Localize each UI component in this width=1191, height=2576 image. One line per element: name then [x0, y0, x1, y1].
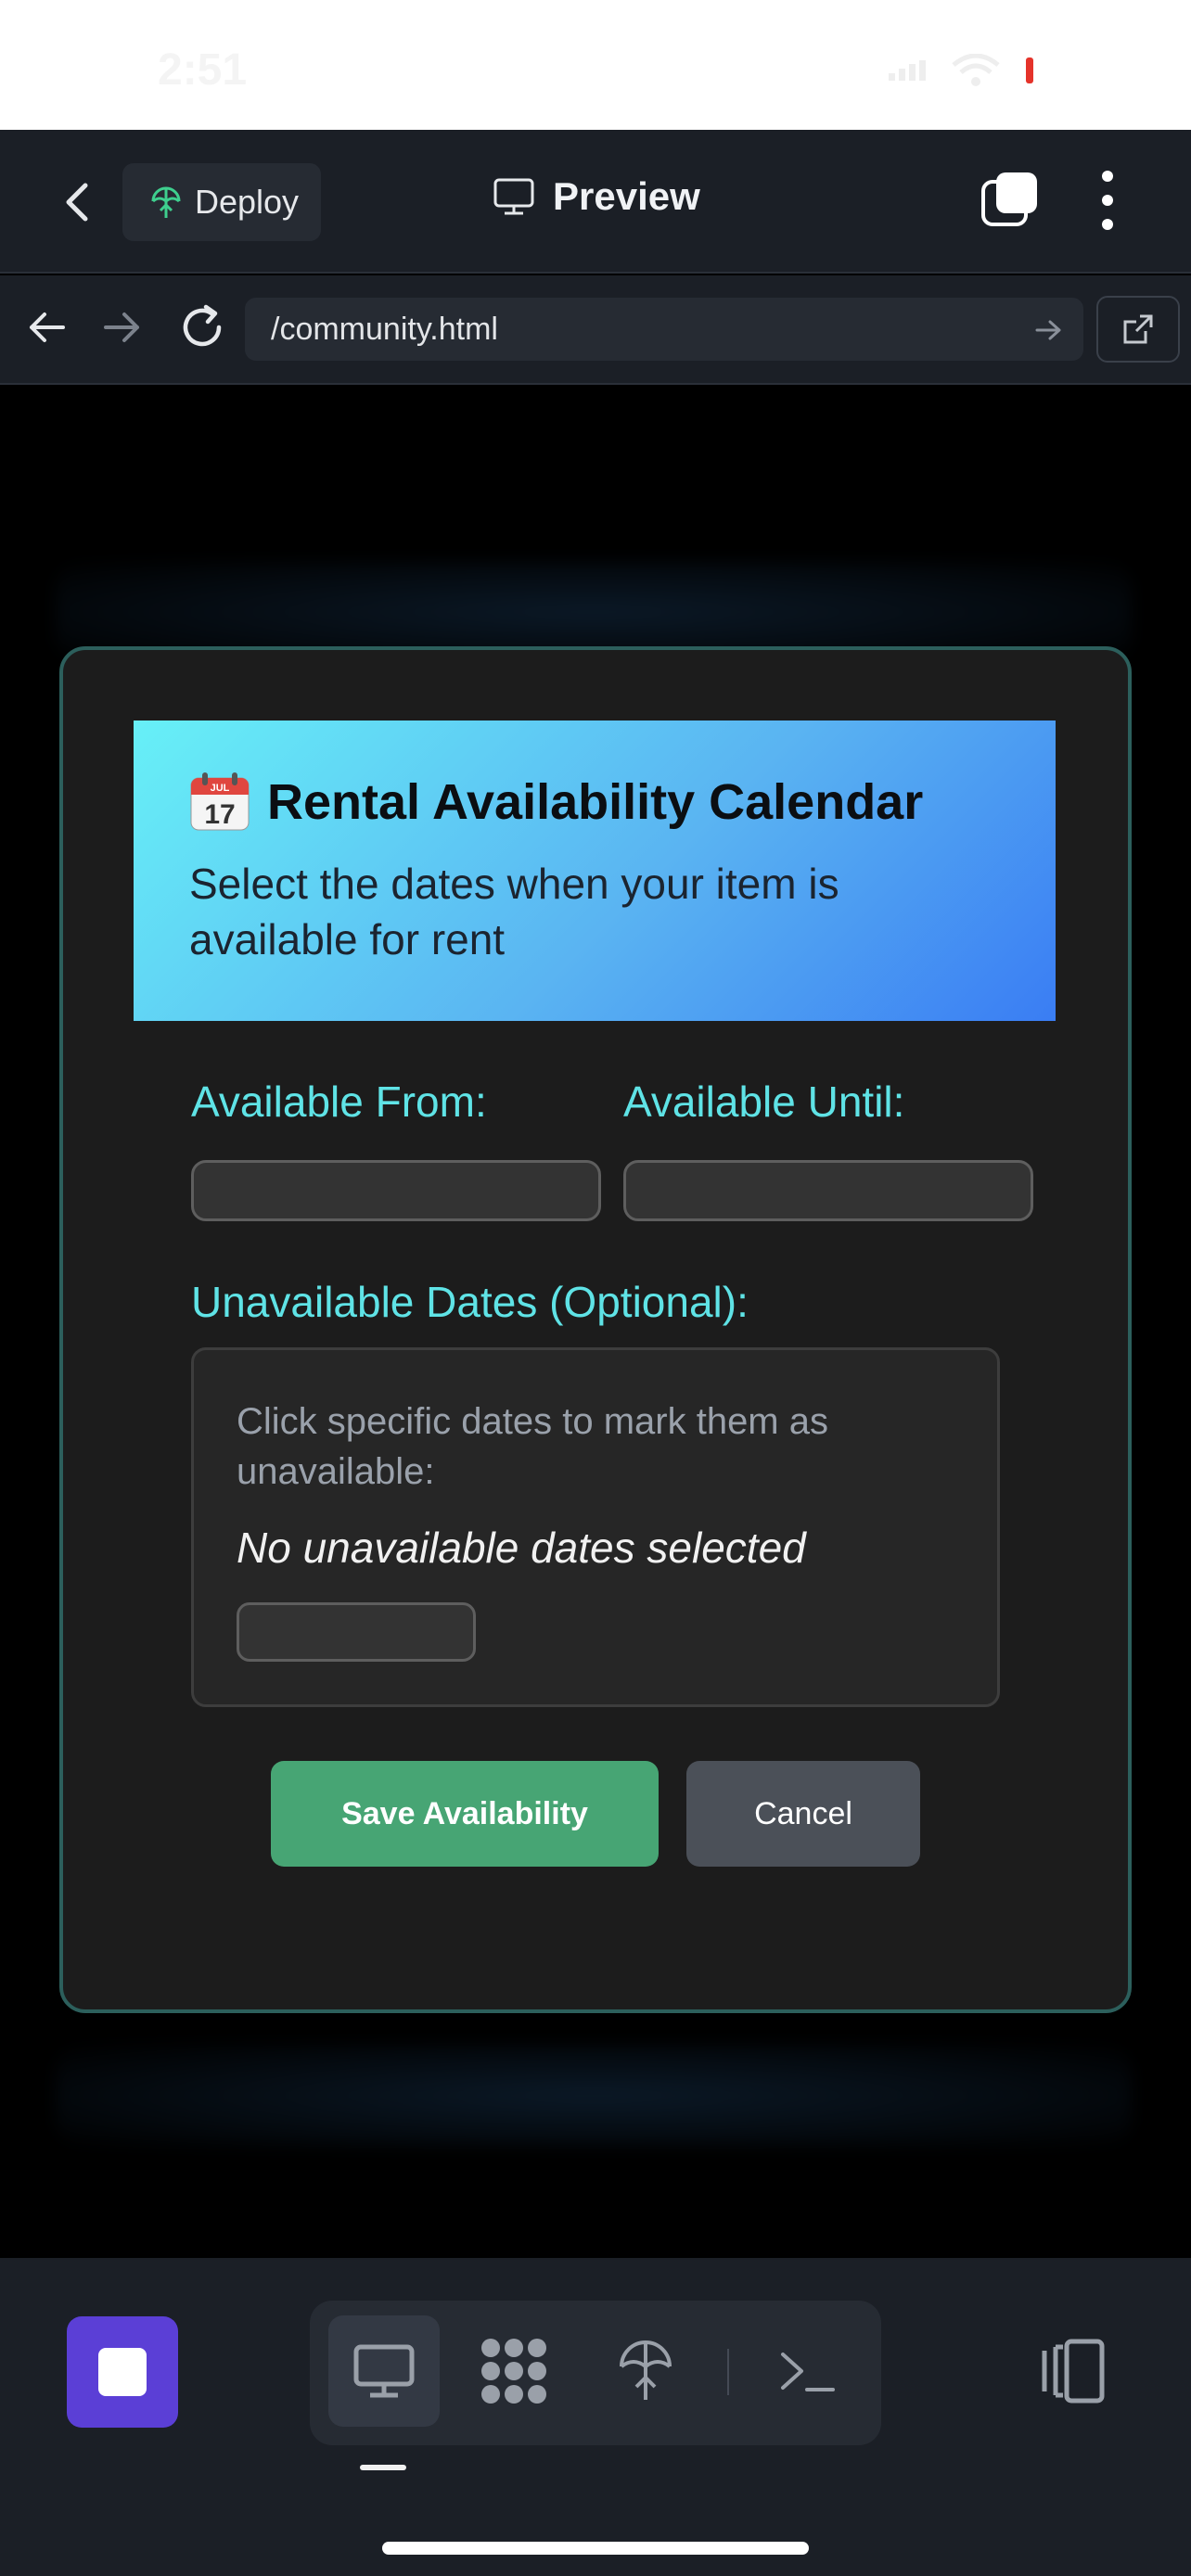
available-from-input[interactable]	[191, 1160, 601, 1221]
status-icons	[889, 54, 1033, 87]
calendar-icon: JUL 17	[190, 772, 250, 831]
signal-icon	[889, 60, 926, 81]
cancel-button[interactable]: Cancel	[686, 1761, 920, 1867]
svg-text:JUL: JUL	[211, 783, 230, 794]
home-indicator	[382, 2542, 809, 2555]
svg-text:17: 17	[204, 799, 235, 830]
deploy-button[interactable]: Deploy	[122, 163, 321, 241]
background-glow	[56, 2045, 1132, 2147]
app-header: Deploy Preview	[0, 130, 1191, 274]
active-tab-indicator	[360, 2465, 406, 2470]
open-external-button[interactable]	[1096, 296, 1180, 363]
more-vertical-icon[interactable]	[1095, 167, 1121, 234]
bottom-toolbar	[0, 2258, 1191, 2576]
availability-modal: JUL 17 Rental Availability Calendar Sele…	[59, 646, 1132, 2013]
reload-icon[interactable]	[178, 303, 226, 351]
available-from-label: Available From:	[191, 1078, 487, 1126]
save-availability-button[interactable]: Save Availability	[271, 1761, 659, 1867]
go-arrow-icon[interactable]	[1035, 316, 1063, 344]
nav-back-icon[interactable]	[26, 307, 67, 348]
status-time: 2:51	[158, 45, 248, 95]
tool-desktop-preview[interactable]	[328, 2315, 440, 2427]
available-until-input[interactable]	[623, 1160, 1033, 1221]
modal-title-text: Rental Availability Calendar	[267, 774, 924, 830]
deploy-icon	[151, 186, 181, 218]
modal-subtitle: Select the dates when your item is avail…	[189, 860, 839, 963]
terminal-icon	[781, 2353, 835, 2391]
unavailable-hint: Click specific dates to mark them as una…	[237, 1401, 828, 1492]
available-until-label: Available Until:	[623, 1078, 905, 1126]
modal-title: JUL 17 Rental Availability Calendar	[189, 772, 1004, 832]
monitor-icon	[493, 178, 534, 215]
unavailable-dates-panel: Click specific dates to mark them as una…	[191, 1347, 1000, 1707]
tool-terminal[interactable]	[751, 2315, 863, 2427]
unavailable-date-picker[interactable]	[237, 1602, 476, 1662]
deploy-icon	[620, 2340, 672, 2400]
device-toggle-icon[interactable]	[1031, 2336, 1106, 2406]
tool-deploy[interactable]	[590, 2315, 701, 2427]
grid-icon	[481, 2339, 546, 2404]
stop-icon	[98, 2348, 147, 2396]
battery-low-icon	[1026, 57, 1033, 83]
back-chevron-icon[interactable]	[54, 178, 102, 226]
desktop-preview-icon	[353, 2344, 415, 2398]
deploy-label: Deploy	[195, 183, 300, 221]
nav-forward-icon[interactable]	[102, 307, 143, 348]
wifi-icon	[952, 54, 1000, 86]
preview-label: Preview	[553, 174, 700, 218]
page-content: JUL 17 Rental Availability Calendar Sele…	[0, 385, 1191, 2258]
url-input[interactable]: /community.html	[245, 298, 1083, 361]
tool-divider	[727, 2349, 729, 2395]
unavailable-empty-state: No unavailable dates selected	[237, 1524, 806, 1572]
modal-header: JUL 17 Rental Availability Calendar Sele…	[134, 721, 1056, 1021]
url-text: /community.html	[271, 311, 498, 347]
browser-nav-bar: /community.html	[0, 275, 1191, 385]
stop-button[interactable]	[67, 2316, 178, 2428]
status-bar: 2:51	[0, 0, 1191, 130]
tool-group	[310, 2301, 881, 2445]
tabs-icon[interactable]	[981, 171, 1039, 228]
external-link-icon	[1123, 314, 1153, 344]
tool-grid[interactable]	[458, 2315, 570, 2427]
preview-title: Preview	[493, 174, 700, 219]
unavailable-dates-label: Unavailable Dates (Optional):	[191, 1278, 749, 1326]
